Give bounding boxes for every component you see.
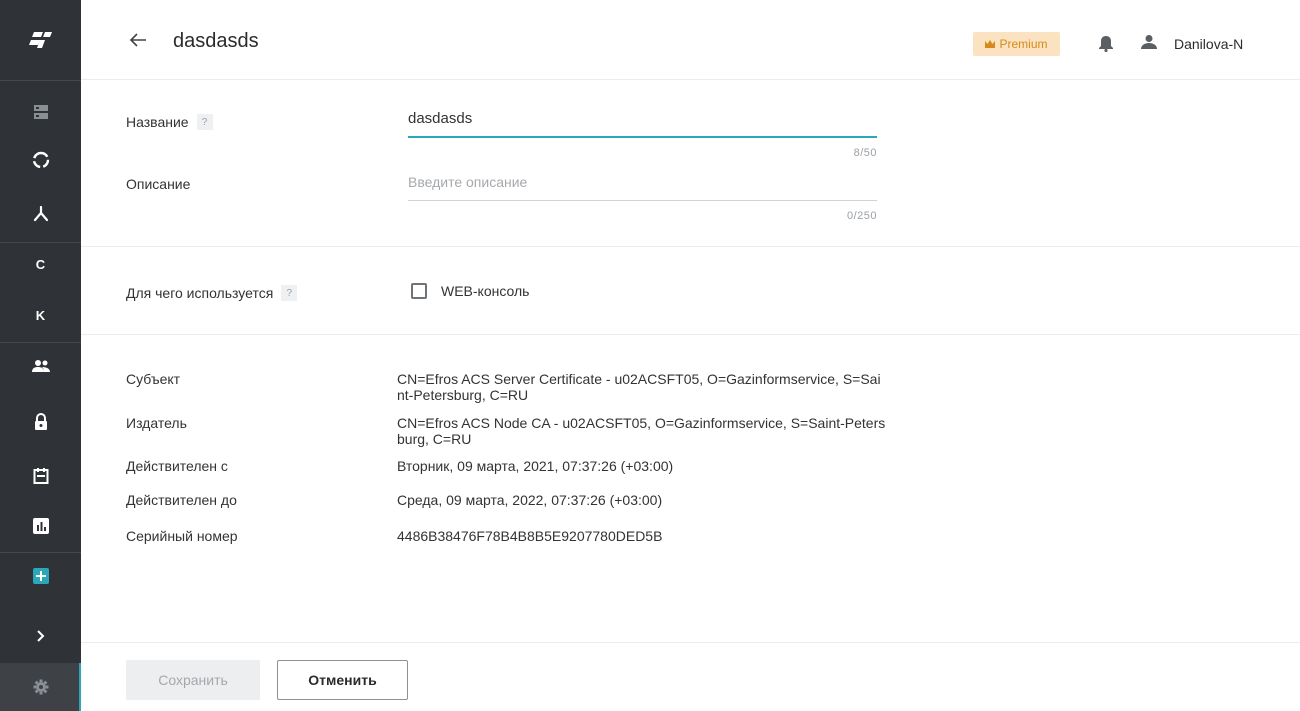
crown-icon [985, 40, 996, 48]
help-icon[interactable]: ? [281, 285, 298, 301]
calendar-icon[interactable] [0, 452, 81, 500]
active-indicator [79, 663, 81, 711]
web-console-option[interactable]: WEB-консоль [411, 283, 529, 299]
valid-to-value: Среда, 09 марта, 2022, 07:37:26 (+03:00) [397, 492, 663, 508]
cancel-button[interactable]: Отменить [277, 660, 408, 700]
back-arrow-icon[interactable] [129, 32, 147, 51]
description-label-text: Описание [126, 176, 191, 192]
header: dasdasds Premium Danilova-N [81, 0, 1300, 80]
name-label-text: Название [126, 114, 189, 130]
valid-to-label: Действителен до [126, 492, 237, 508]
premium-label: Premium [999, 37, 1048, 51]
subject-value: CN=Efros ACS Server Certificate - u02ACS… [397, 371, 881, 403]
usage-label-text: Для чего используется [126, 285, 274, 301]
report-icon[interactable] [0, 502, 81, 550]
premium-badge[interactable]: Premium [973, 32, 1060, 56]
sidebar-item-c[interactable]: C [0, 240, 81, 288]
divider [81, 246, 1300, 247]
sidebar-item-k[interactable]: K [0, 291, 81, 339]
user-icon[interactable] [1141, 34, 1157, 53]
description-input[interactable]: Введите описание [408, 174, 877, 200]
issuer-value: CN=Efros ACS Node CA - u02ACSFT05, O=Gaz… [397, 415, 886, 447]
sidebar: C K [0, 0, 81, 711]
gear-icon[interactable] [0, 663, 81, 711]
usage-label: Для чего используется ? [126, 285, 298, 301]
name-input[interactable]: dasdasds [408, 110, 877, 136]
help-icon[interactable]: ? [196, 114, 213, 130]
description-field: Введите описание 0/250 [408, 174, 877, 222]
bell-icon[interactable] [1099, 35, 1113, 55]
description-counter: 0/250 [846, 210, 877, 222]
footer-divider [81, 642, 1300, 643]
username[interactable]: Danilova-N [1174, 36, 1243, 52]
divider [81, 334, 1300, 335]
circle-icon[interactable] [0, 136, 81, 184]
name-label: Название ? [126, 114, 213, 130]
serial-value: 4486B38476F78B4B8B5E9207780DED5B [397, 528, 663, 544]
users-icon[interactable] [0, 342, 81, 390]
page-title: dasdasds [173, 30, 259, 52]
issuer-label: Издатель [126, 415, 187, 431]
subject-label: Субъект [126, 371, 181, 387]
sidebar-item-label: K [35, 307, 46, 323]
sidebar-item-label: C [35, 256, 46, 272]
chevron-right-icon[interactable] [0, 612, 81, 660]
valid-from-label: Действителен с [126, 458, 228, 474]
name-counter: 8/50 [853, 147, 877, 159]
lock-icon[interactable] [0, 398, 81, 446]
servers-icon[interactable] [0, 88, 81, 136]
name-field: dasdasds 8/50 [408, 110, 877, 159]
web-console-checkbox[interactable] [411, 283, 427, 299]
description-input-underline [408, 200, 877, 201]
valid-from-value: Вторник, 09 марта, 2021, 07:37:26 (+03:0… [397, 458, 674, 474]
logo-icon[interactable] [0, 16, 81, 64]
save-button[interactable]: Сохранить [126, 660, 260, 700]
name-input-underline [408, 136, 877, 138]
serial-label: Серийный номер [126, 528, 238, 544]
description-label: Описание [126, 176, 190, 192]
web-console-label[interactable]: WEB-консоль [441, 283, 529, 299]
network-icon[interactable] [0, 190, 81, 238]
add-icon[interactable] [0, 552, 81, 600]
